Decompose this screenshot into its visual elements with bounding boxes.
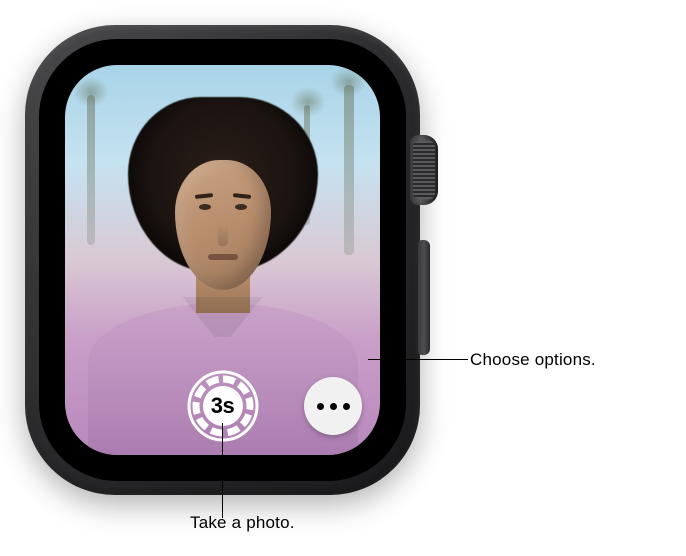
camera-viewfinder: 3s bbox=[65, 65, 380, 455]
digital-crown[interactable] bbox=[410, 135, 438, 205]
callout-leader bbox=[368, 359, 468, 360]
watch-screen: 3s bbox=[39, 39, 406, 481]
callout-take-photo: Take a photo. bbox=[190, 513, 295, 533]
background-palm bbox=[344, 85, 354, 255]
side-button[interactable] bbox=[418, 240, 430, 355]
ellipsis-icon bbox=[314, 403, 353, 410]
background-palm bbox=[87, 95, 95, 245]
more-options-button[interactable] bbox=[304, 377, 362, 435]
subject-face bbox=[175, 160, 271, 290]
callout-choose-options: Choose options. bbox=[470, 350, 596, 370]
shutter-timer-label: 3s bbox=[211, 393, 234, 419]
callout-leader bbox=[222, 423, 223, 518]
